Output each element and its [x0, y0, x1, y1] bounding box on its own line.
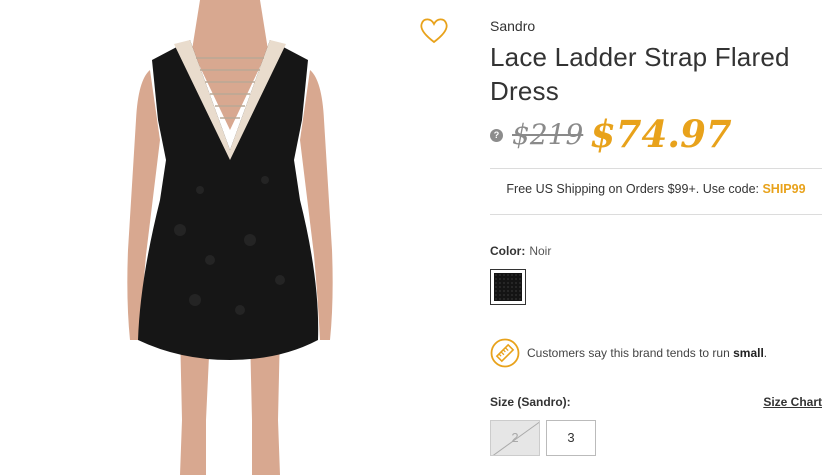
- ruler-icon: [490, 338, 520, 368]
- original-price: $219: [512, 118, 584, 151]
- size-label: Size (Sandro):: [490, 395, 571, 409]
- divider: [490, 168, 822, 169]
- color-selection: Color: Noir: [490, 244, 551, 258]
- price-row: ? $219 $74.97: [490, 112, 822, 160]
- shipping-text: Free US Shipping on Orders $99+. Use cod…: [506, 182, 763, 196]
- size-chart-link[interactable]: Size Chart: [763, 395, 822, 409]
- sale-price: $74.97: [590, 112, 732, 156]
- fit-suffix: .: [763, 346, 768, 360]
- size-option-2[interactable]: 2: [490, 420, 540, 456]
- fit-text: Customers say this brand tends to run: [527, 346, 734, 360]
- swatch-fill: [494, 273, 522, 301]
- question-icon[interactable]: ?: [490, 129, 503, 142]
- color-label: Color:: [490, 244, 526, 258]
- size-option-3[interactable]: 3: [546, 420, 596, 456]
- product-title: Lace Ladder Strap Flared Dress: [490, 42, 790, 106]
- brand-name[interactable]: Sandro: [490, 18, 535, 34]
- shipping-promo: Free US Shipping on Orders $99+. Use cod…: [490, 182, 822, 196]
- size-option-label: 3: [567, 430, 575, 445]
- divider: [490, 214, 822, 215]
- fit-advice: Customers say this brand tends to run sm…: [527, 346, 767, 360]
- color-value: Noir: [529, 244, 552, 258]
- product-image: [127, 0, 333, 475]
- promo-code: SHIP99: [762, 182, 806, 196]
- color-swatch-noir[interactable]: [490, 269, 526, 305]
- size-option-label: 2: [511, 430, 519, 445]
- fit-emphasis: small: [733, 346, 764, 360]
- heart-icon[interactable]: [418, 16, 450, 44]
